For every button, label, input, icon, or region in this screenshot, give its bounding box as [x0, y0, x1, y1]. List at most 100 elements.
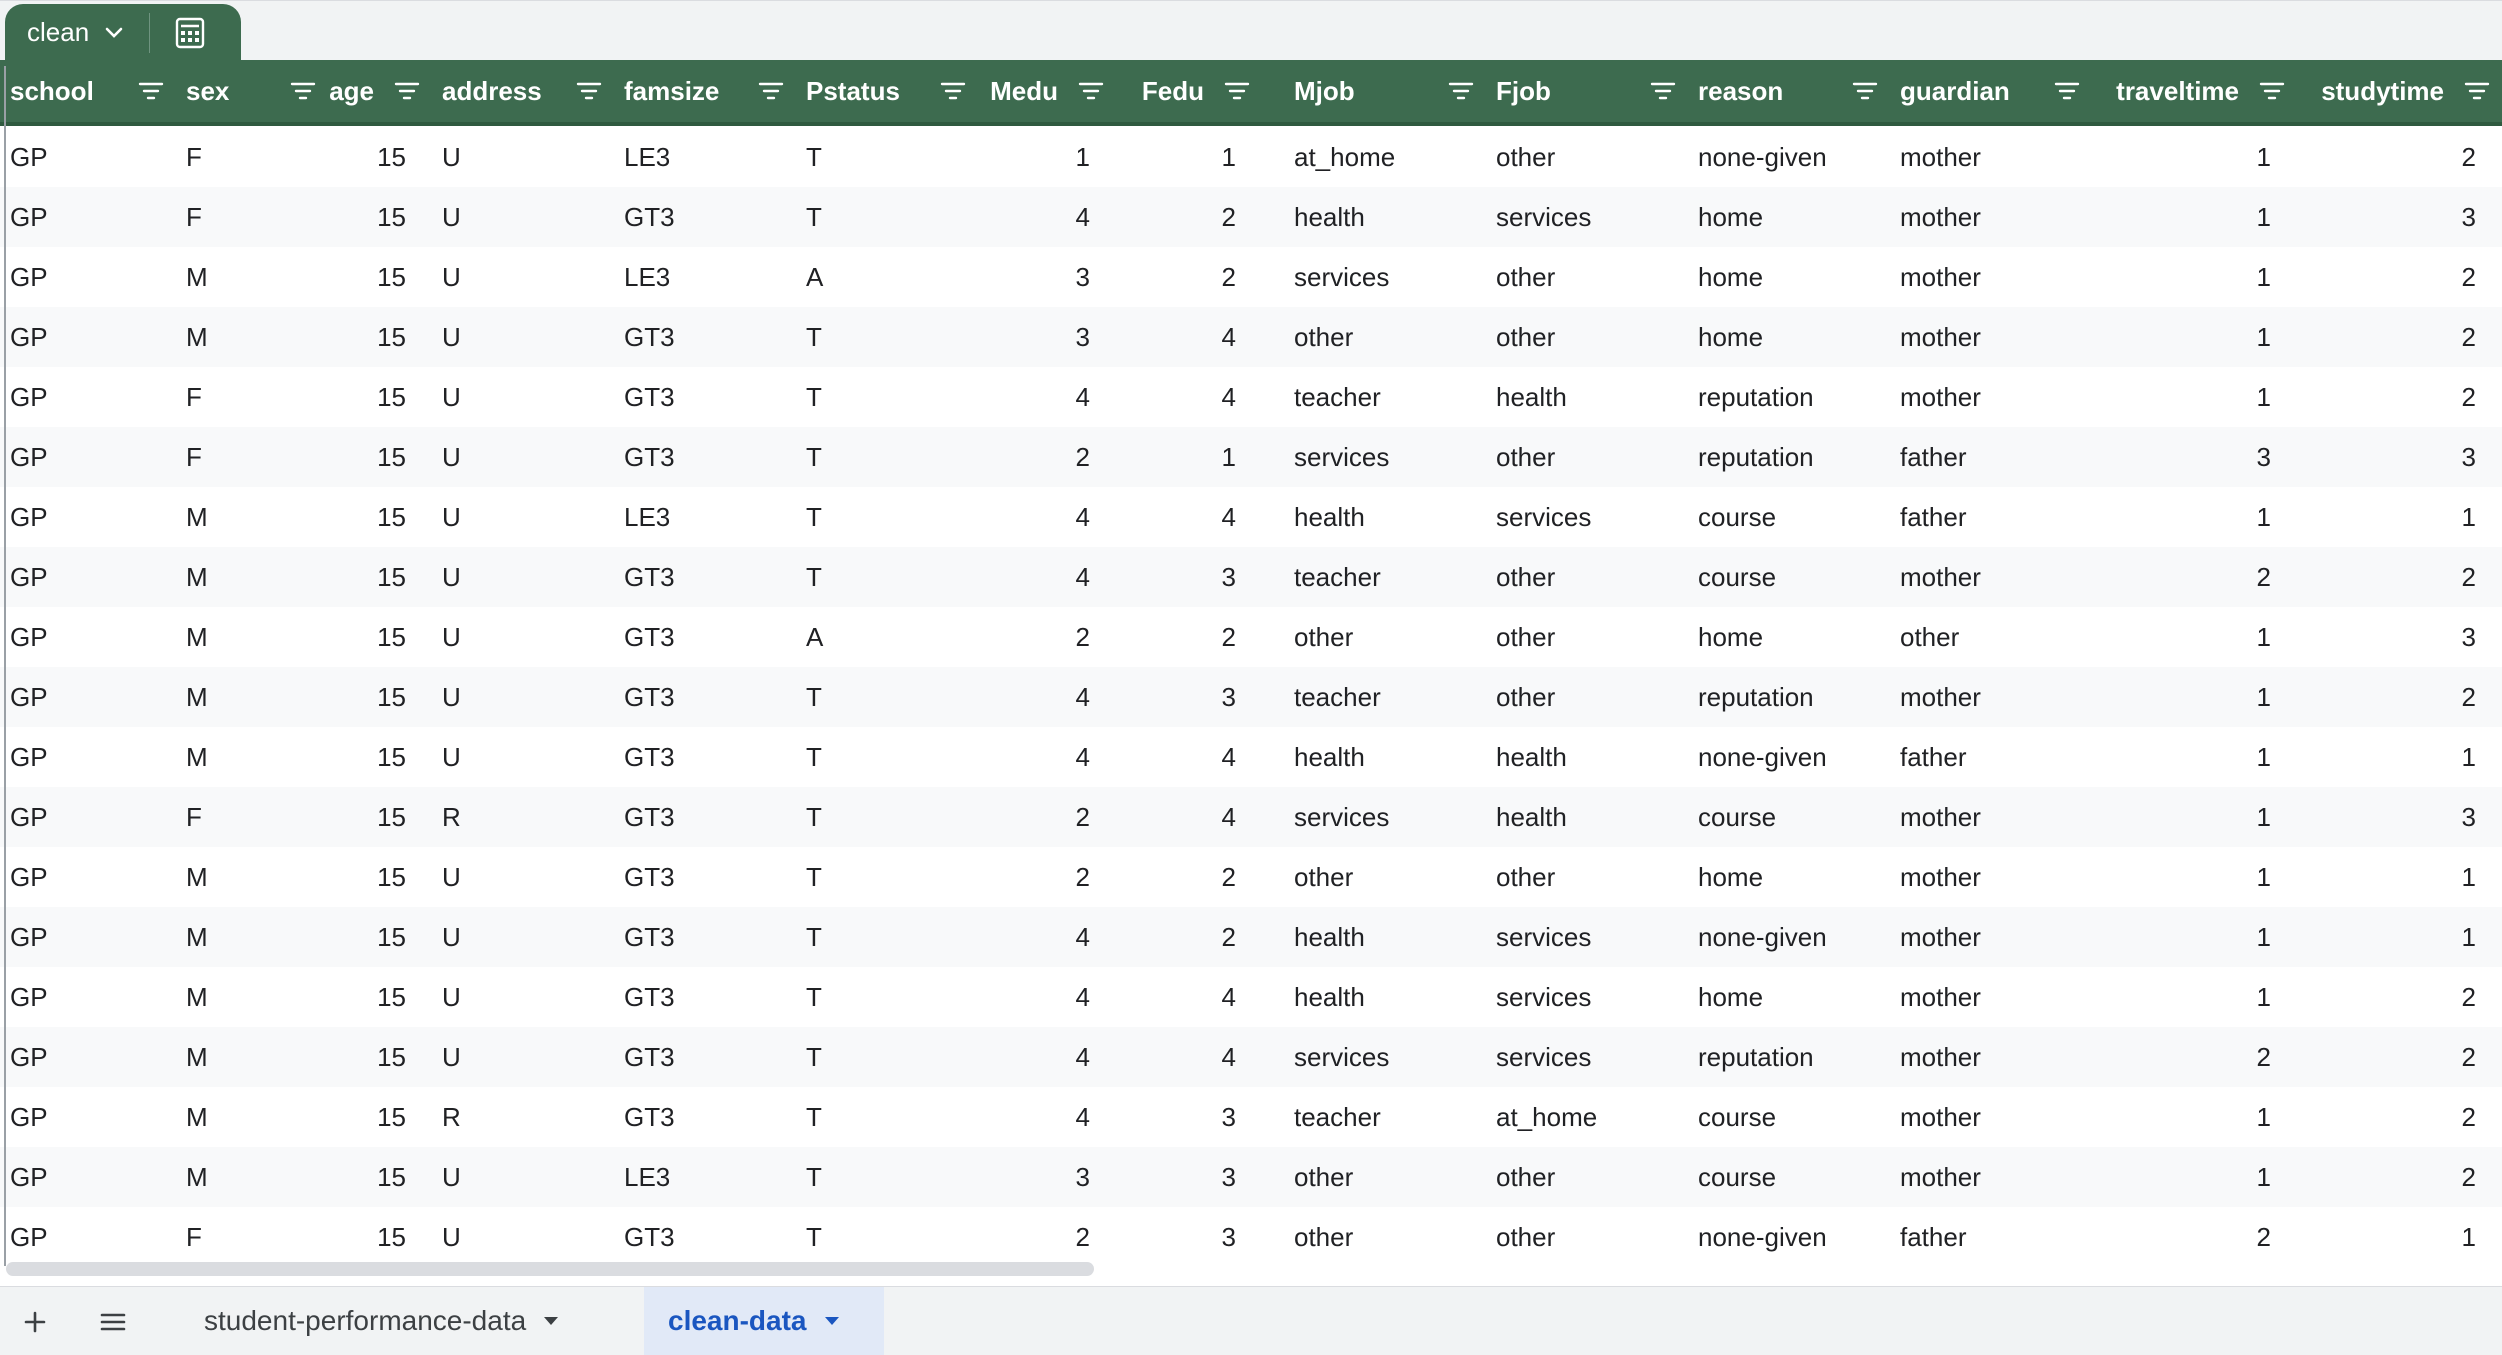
cell-famsize[interactable]: GT3	[614, 847, 796, 907]
cell-traveltime[interactable]: 1	[2092, 1147, 2271, 1207]
cell-sex[interactable]: M	[176, 667, 328, 727]
cell-address[interactable]: U	[432, 487, 614, 547]
cell-school[interactable]: GP	[0, 247, 176, 307]
cell-age[interactable]: 15	[328, 787, 406, 847]
cell-Mjob[interactable]: other	[1284, 607, 1486, 667]
cell-Mjob[interactable]: health	[1284, 967, 1486, 1027]
table-row[interactable]: GP M 15 U GT3 A 2 2 other other home other 1 3	[0, 607, 2502, 667]
cell-age[interactable]: 15	[328, 847, 406, 907]
cell-Fjob[interactable]: other	[1486, 667, 1688, 727]
cell-address[interactable]: U	[432, 847, 614, 907]
filter-icon[interactable]	[1224, 80, 1250, 102]
cell-Fedu[interactable]: 3	[1116, 1147, 1236, 1207]
cell-traveltime[interactable]: 1	[2092, 727, 2271, 787]
cell-Fedu[interactable]: 2	[1116, 847, 1236, 907]
cell-Fedu[interactable]: 2	[1116, 187, 1236, 247]
cell-famsize[interactable]: GT3	[614, 307, 796, 367]
cell-Mjob[interactable]: services	[1284, 427, 1486, 487]
filter-icon[interactable]	[1078, 80, 1104, 102]
table-row[interactable]: GP M 15 U GT3 T 4 3 teacher other course mother 2 2	[0, 547, 2502, 607]
cell-school[interactable]: GP	[0, 1027, 176, 1087]
cell-Pstatus[interactable]: T	[796, 667, 978, 727]
cell-address[interactable]: U	[432, 367, 614, 427]
cell-address[interactable]: U	[432, 307, 614, 367]
filter-icon[interactable]	[138, 80, 164, 102]
table-row[interactable]: GP M 15 U LE3 T 3 3 other other course mother 1 2	[0, 1147, 2502, 1207]
cell-Pstatus[interactable]: T	[796, 367, 978, 427]
cell-famsize[interactable]: LE3	[614, 1147, 796, 1207]
cell-Fjob[interactable]: at_home	[1486, 1087, 1688, 1147]
cell-studytime[interactable]: 2	[2297, 967, 2476, 1027]
cell-Pstatus[interactable]: T	[796, 127, 978, 187]
cell-Fjob[interactable]: health	[1486, 367, 1688, 427]
cell-Medu[interactable]: 4	[978, 547, 1090, 607]
cell-Fjob[interactable]: health	[1486, 787, 1688, 847]
calculator-icon[interactable]	[172, 15, 208, 51]
cell-reason[interactable]: home	[1688, 247, 1890, 307]
cell-sex[interactable]: M	[176, 487, 328, 547]
cell-school[interactable]: GP	[0, 127, 176, 187]
cell-sex[interactable]: M	[176, 547, 328, 607]
cell-traveltime[interactable]: 2	[2092, 1027, 2271, 1087]
cell-Fedu[interactable]: 4	[1116, 1027, 1236, 1087]
cell-traveltime[interactable]: 1	[2092, 1087, 2271, 1147]
cell-reason[interactable]: home	[1688, 967, 1890, 1027]
cell-Pstatus[interactable]: T	[796, 427, 978, 487]
cell-reason[interactable]: course	[1688, 1087, 1890, 1147]
cell-address[interactable]: R	[432, 1087, 614, 1147]
cell-traveltime[interactable]: 1	[2092, 967, 2271, 1027]
cell-Fedu[interactable]: 4	[1116, 727, 1236, 787]
cell-address[interactable]: U	[432, 547, 614, 607]
cell-Pstatus[interactable]: T	[796, 1207, 978, 1267]
cell-Medu[interactable]: 4	[978, 667, 1090, 727]
cell-studytime[interactable]: 2	[2297, 367, 2476, 427]
plus-icon[interactable]	[20, 1307, 50, 1337]
cell-reason[interactable]: course	[1688, 1147, 1890, 1207]
cell-traveltime[interactable]: 1	[2092, 907, 2271, 967]
dropdown-arrow-icon[interactable]	[544, 1317, 559, 1325]
cell-school[interactable]: GP	[0, 487, 176, 547]
cell-address[interactable]: U	[432, 967, 614, 1027]
cell-Medu[interactable]: 4	[978, 487, 1090, 547]
cell-school[interactable]: GP	[0, 1147, 176, 1207]
cell-address[interactable]: U	[432, 907, 614, 967]
cell-sex[interactable]: M	[176, 247, 328, 307]
cell-age[interactable]: 15	[328, 967, 406, 1027]
cell-address[interactable]: U	[432, 187, 614, 247]
cell-reason[interactable]: none-given	[1688, 1207, 1890, 1267]
filter-icon[interactable]	[2259, 80, 2285, 102]
cell-Medu[interactable]: 1	[978, 127, 1090, 187]
cell-age[interactable]: 15	[328, 427, 406, 487]
cell-guardian[interactable]: mother	[1890, 127, 2092, 187]
cell-school[interactable]: GP	[0, 1207, 176, 1267]
cell-guardian[interactable]: mother	[1890, 307, 2092, 367]
cell-Pstatus[interactable]: T	[796, 907, 978, 967]
column-header-address[interactable]: address	[432, 60, 614, 122]
dropdown-arrow-icon[interactable]	[824, 1317, 839, 1325]
table-row[interactable]: GP F 15 U GT3 T 2 3 other other none-given father 2 1	[0, 1207, 2502, 1267]
table-row[interactable]: GP M 15 U GT3 T 4 2 health services none-given moth…	[0, 907, 2502, 967]
cell-famsize[interactable]: GT3	[614, 787, 796, 847]
cell-Fedu[interactable]: 4	[1116, 967, 1236, 1027]
cell-Pstatus[interactable]: T	[796, 547, 978, 607]
cell-Mjob[interactable]: other	[1284, 1147, 1486, 1207]
cell-Medu[interactable]: 4	[978, 907, 1090, 967]
cell-famsize[interactable]: GT3	[614, 1027, 796, 1087]
cell-Medu[interactable]: 4	[978, 187, 1090, 247]
cell-Mjob[interactable]: services	[1284, 1027, 1486, 1087]
cell-Pstatus[interactable]: T	[796, 1027, 978, 1087]
cell-Fedu[interactable]: 1	[1116, 427, 1236, 487]
filter-icon[interactable]	[2054, 80, 2080, 102]
column-header-reason[interactable]: reason	[1688, 60, 1890, 122]
cell-traveltime[interactable]: 1	[2092, 607, 2271, 667]
cell-school[interactable]: GP	[0, 907, 176, 967]
cell-famsize[interactable]: GT3	[614, 667, 796, 727]
cell-reason[interactable]: reputation	[1688, 367, 1890, 427]
cell-Fjob[interactable]: other	[1486, 427, 1688, 487]
cell-reason[interactable]: reputation	[1688, 667, 1890, 727]
cell-famsize[interactable]: GT3	[614, 187, 796, 247]
cell-guardian[interactable]: other	[1890, 607, 2092, 667]
cell-studytime[interactable]: 2	[2297, 1147, 2476, 1207]
cell-guardian[interactable]: father	[1890, 427, 2092, 487]
cell-studytime[interactable]: 2	[2297, 307, 2476, 367]
